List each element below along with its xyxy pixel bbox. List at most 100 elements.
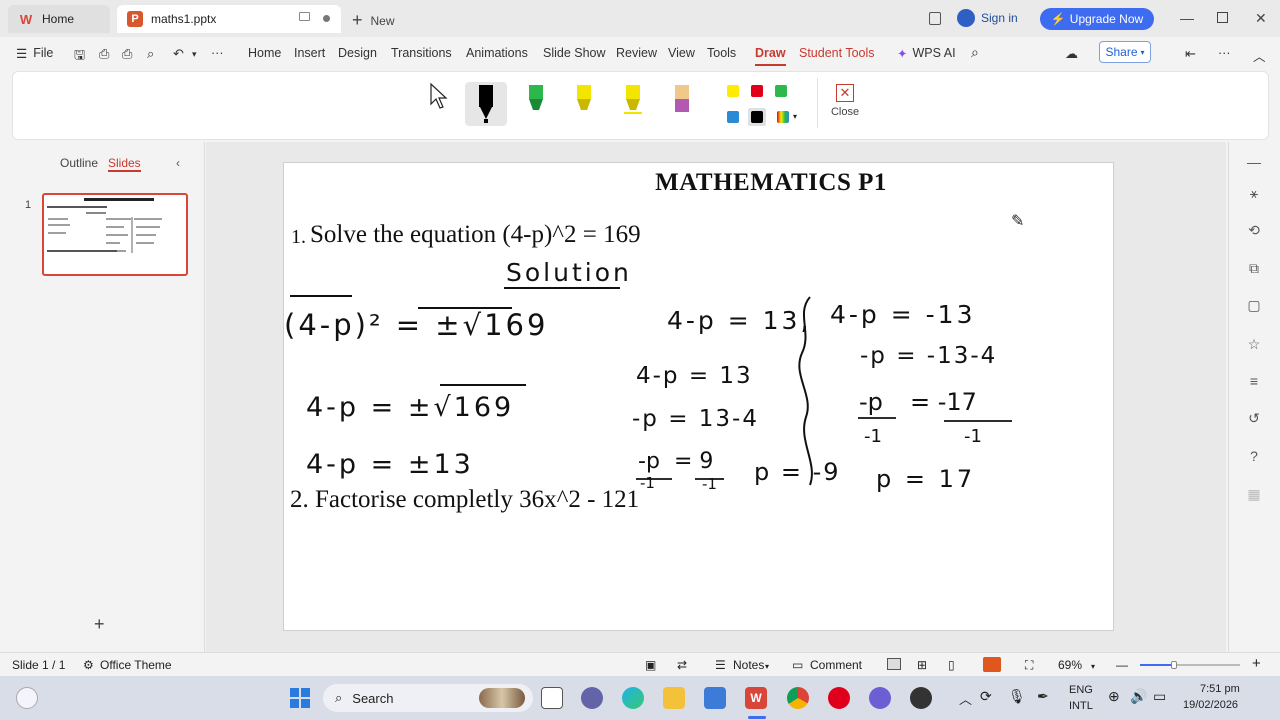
network-icon[interactable]: ⊕	[1108, 688, 1120, 705]
file-menu[interactable]: ☰ File	[16, 46, 53, 61]
slide[interactable]: MATHEMATICS P1 1. Solve the equation (4-…	[283, 162, 1114, 631]
theme-label[interactable]: Office Theme	[100, 658, 172, 672]
upgrade-button[interactable]: ⚡ Upgrade Now	[1040, 8, 1154, 30]
more-icon[interactable]: ···	[211, 46, 224, 60]
more-options-icon[interactable]: ···	[1218, 46, 1231, 60]
language-code[interactable]: ENG	[1069, 684, 1093, 696]
settings-app-icon[interactable]	[910, 687, 932, 709]
zoom-slider[interactable]	[1140, 661, 1240, 669]
comment-status-icon[interactable]: ▭	[792, 658, 803, 672]
close-window-icon[interactable]: ✕	[1255, 10, 1267, 27]
menu-wps-ai[interactable]: ✦ WPS AI	[897, 46, 956, 61]
tab-home[interactable]: W Home	[8, 5, 110, 33]
show-hidden-icons-icon[interactable]: ︿	[959, 689, 972, 708]
theme-icon[interactable]: ⚙	[83, 658, 94, 672]
chevron-down-icon[interactable]: ▾	[793, 112, 797, 121]
print-preview-icon[interactable]: ⌕	[147, 46, 154, 62]
highlighter-yellow[interactable]	[563, 82, 605, 126]
menu-animations[interactable]: Animations	[466, 46, 528, 60]
star-icon[interactable]: ☆	[1246, 336, 1262, 352]
tablet-mode-icon[interactable]	[929, 12, 941, 25]
collapse-panel-icon[interactable]: ‹	[176, 156, 180, 170]
menu-student-tools[interactable]: Student Tools	[799, 46, 875, 60]
new-tab-button[interactable]: + New	[352, 10, 395, 31]
file-explorer-icon[interactable]	[663, 687, 685, 709]
cloud-icon[interactable]: ☁	[1065, 46, 1078, 62]
edge-icon[interactable]	[622, 687, 644, 709]
notes-icon[interactable]: ☰	[715, 658, 726, 672]
tab-slides[interactable]: Slides	[108, 156, 141, 172]
clock-date[interactable]: 19/02/2026	[1183, 699, 1238, 711]
export-pdf-icon[interactable]: ⎙	[99, 46, 109, 62]
pen-tray-icon[interactable]: ✒	[1037, 688, 1049, 705]
comment-label[interactable]: Comment	[810, 658, 862, 672]
collapse-rail-icon[interactable]: —	[1246, 154, 1262, 170]
search-icon[interactable]: ⌕	[971, 44, 979, 61]
chevron-up-icon[interactable]: ︿	[1253, 46, 1266, 65]
task-view-icon[interactable]	[541, 687, 563, 709]
sync-tray-icon[interactable]: ⟳	[980, 688, 992, 705]
wps-office-icon[interactable]: W	[745, 687, 767, 709]
highlighter-peach[interactable]	[661, 82, 703, 126]
menu-view[interactable]: View	[668, 46, 695, 60]
clock-time[interactable]: 7:51 pm	[1200, 683, 1240, 695]
tab-outline[interactable]: Outline	[60, 156, 98, 170]
print-icon[interactable]: ⎙	[122, 46, 132, 62]
settings-sliders-icon[interactable]: ≡	[1246, 373, 1262, 389]
menu-slide-show[interactable]: Slide Show	[543, 46, 606, 60]
transitions-icon[interactable]: ⧉	[1246, 260, 1262, 276]
microphone-icon[interactable]: 🎙	[1008, 688, 1026, 705]
teams-icon[interactable]	[581, 687, 603, 709]
share-button[interactable]: Share ▾	[1099, 41, 1151, 63]
protect-icon[interactable]: ▣	[645, 658, 656, 672]
pen-black[interactable]	[465, 82, 507, 126]
menu-design[interactable]: Design	[338, 46, 377, 60]
animation-icon[interactable]: ⟲	[1246, 222, 1262, 238]
save-icon[interactable]: 🖫	[74, 46, 85, 68]
more-colors-icon[interactable]	[777, 111, 789, 123]
normal-view-icon[interactable]	[887, 658, 901, 670]
slide-thumbnail[interactable]	[42, 193, 188, 276]
color-black-selected[interactable]	[748, 108, 766, 126]
menu-insert[interactable]: Insert	[294, 46, 325, 60]
magic-tools-icon[interactable]: ⚹	[1246, 185, 1262, 201]
chrome-icon[interactable]	[787, 687, 809, 709]
color-blue[interactable]	[727, 111, 739, 123]
zoom-in-icon[interactable]: +	[1252, 655, 1261, 672]
zoom-out-icon[interactable]: —	[1116, 658, 1128, 672]
opera-icon[interactable]	[828, 687, 850, 709]
store-icon[interactable]	[704, 687, 726, 709]
comment-icon[interactable]: ▢	[1246, 297, 1262, 313]
menu-tools[interactable]: Tools	[707, 46, 736, 60]
highlighter-green[interactable]	[515, 82, 557, 126]
fit-window-icon[interactable]: ⛶	[1025, 658, 1033, 673]
battery-icon[interactable]: ▭	[1153, 688, 1166, 705]
taskbar-search[interactable]: ⌕ Search	[323, 684, 533, 712]
reading-view-icon[interactable]: ▯	[948, 658, 955, 672]
add-slide-icon[interactable]: +	[94, 614, 105, 635]
color-green[interactable]	[775, 85, 787, 97]
volume-icon[interactable]: 🔊	[1130, 688, 1147, 705]
play-slideshow-icon[interactable]	[983, 657, 1001, 672]
word-app-icon[interactable]	[869, 687, 891, 709]
close-draw-button[interactable]: ✕ Close	[826, 84, 864, 126]
tab-document[interactable]: P maths1.pptx	[117, 5, 341, 33]
keyboard-layout[interactable]: INTL	[1069, 700, 1093, 712]
menu-transitions[interactable]: Transitions	[391, 46, 452, 60]
window-restore-icon[interactable]	[299, 12, 310, 21]
color-yellow[interactable]	[727, 85, 739, 97]
sync-icon[interactable]: ⇄	[677, 658, 687, 672]
menu-home[interactable]: Home	[248, 46, 281, 60]
help-icon[interactable]: ?	[1246, 448, 1262, 464]
chevron-down-icon[interactable]: ▾	[1091, 662, 1095, 671]
start-icon[interactable]	[289, 687, 311, 709]
highlighter-yellow-2[interactable]	[612, 82, 654, 126]
menu-review[interactable]: Review	[616, 46, 657, 60]
zoom-level[interactable]: 69%	[1058, 658, 1082, 672]
grid-icon[interactable]: ▦	[1246, 486, 1262, 502]
maximize-icon[interactable]	[1217, 12, 1228, 23]
slide-sorter-icon[interactable]: ⊞	[917, 658, 927, 672]
color-red[interactable]	[751, 85, 763, 97]
undo-dropdown-icon[interactable]: ▾	[192, 49, 197, 60]
history-icon[interactable]: ↺	[1246, 410, 1262, 426]
